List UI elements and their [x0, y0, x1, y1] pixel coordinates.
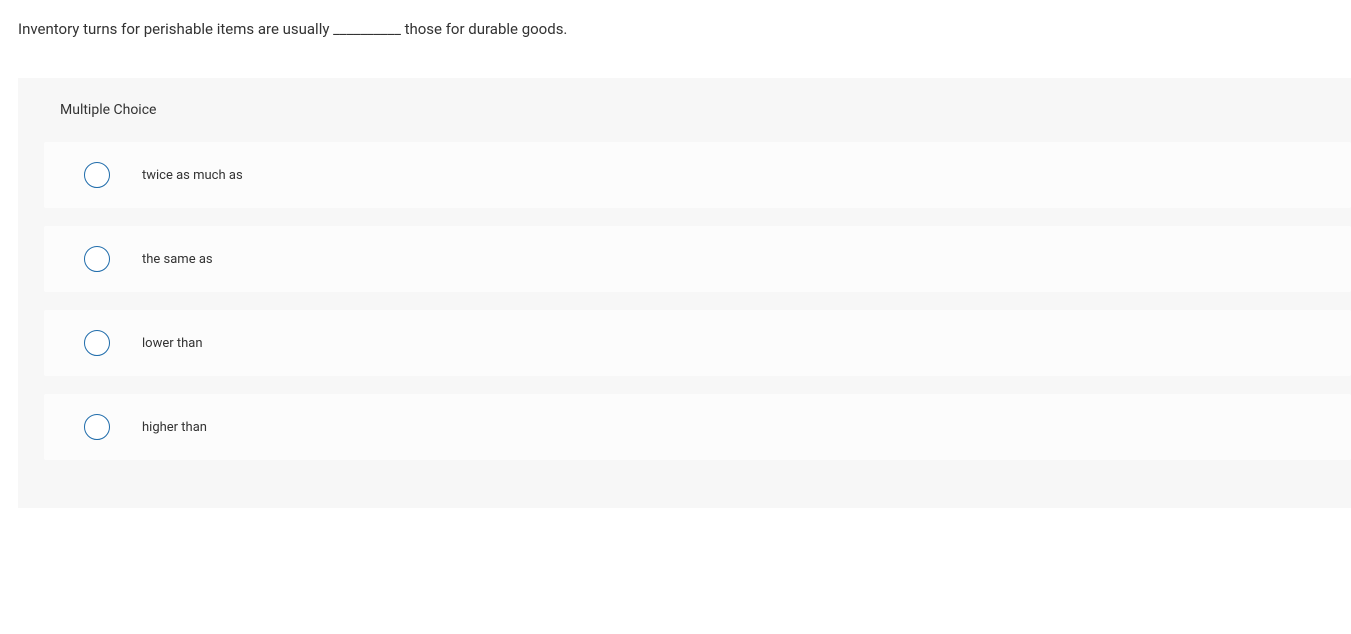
- option-row[interactable]: the same as: [44, 226, 1351, 292]
- radio-icon[interactable]: [84, 162, 110, 188]
- radio-icon[interactable]: [84, 330, 110, 356]
- quiz-container: Multiple Choice twice as much as the sam…: [18, 78, 1351, 508]
- option-row[interactable]: twice as much as: [44, 142, 1351, 208]
- option-label: lower than: [142, 336, 203, 351]
- option-label: higher than: [142, 420, 207, 435]
- option-row[interactable]: lower than: [44, 310, 1351, 376]
- radio-icon[interactable]: [84, 414, 110, 440]
- option-label: the same as: [142, 252, 213, 267]
- question-text: Inventory turns for perishable items are…: [0, 0, 1351, 38]
- option-row[interactable]: higher than: [44, 394, 1351, 460]
- option-label: twice as much as: [142, 168, 243, 183]
- radio-icon[interactable]: [84, 246, 110, 272]
- quiz-type-header: Multiple Choice: [18, 78, 1351, 142]
